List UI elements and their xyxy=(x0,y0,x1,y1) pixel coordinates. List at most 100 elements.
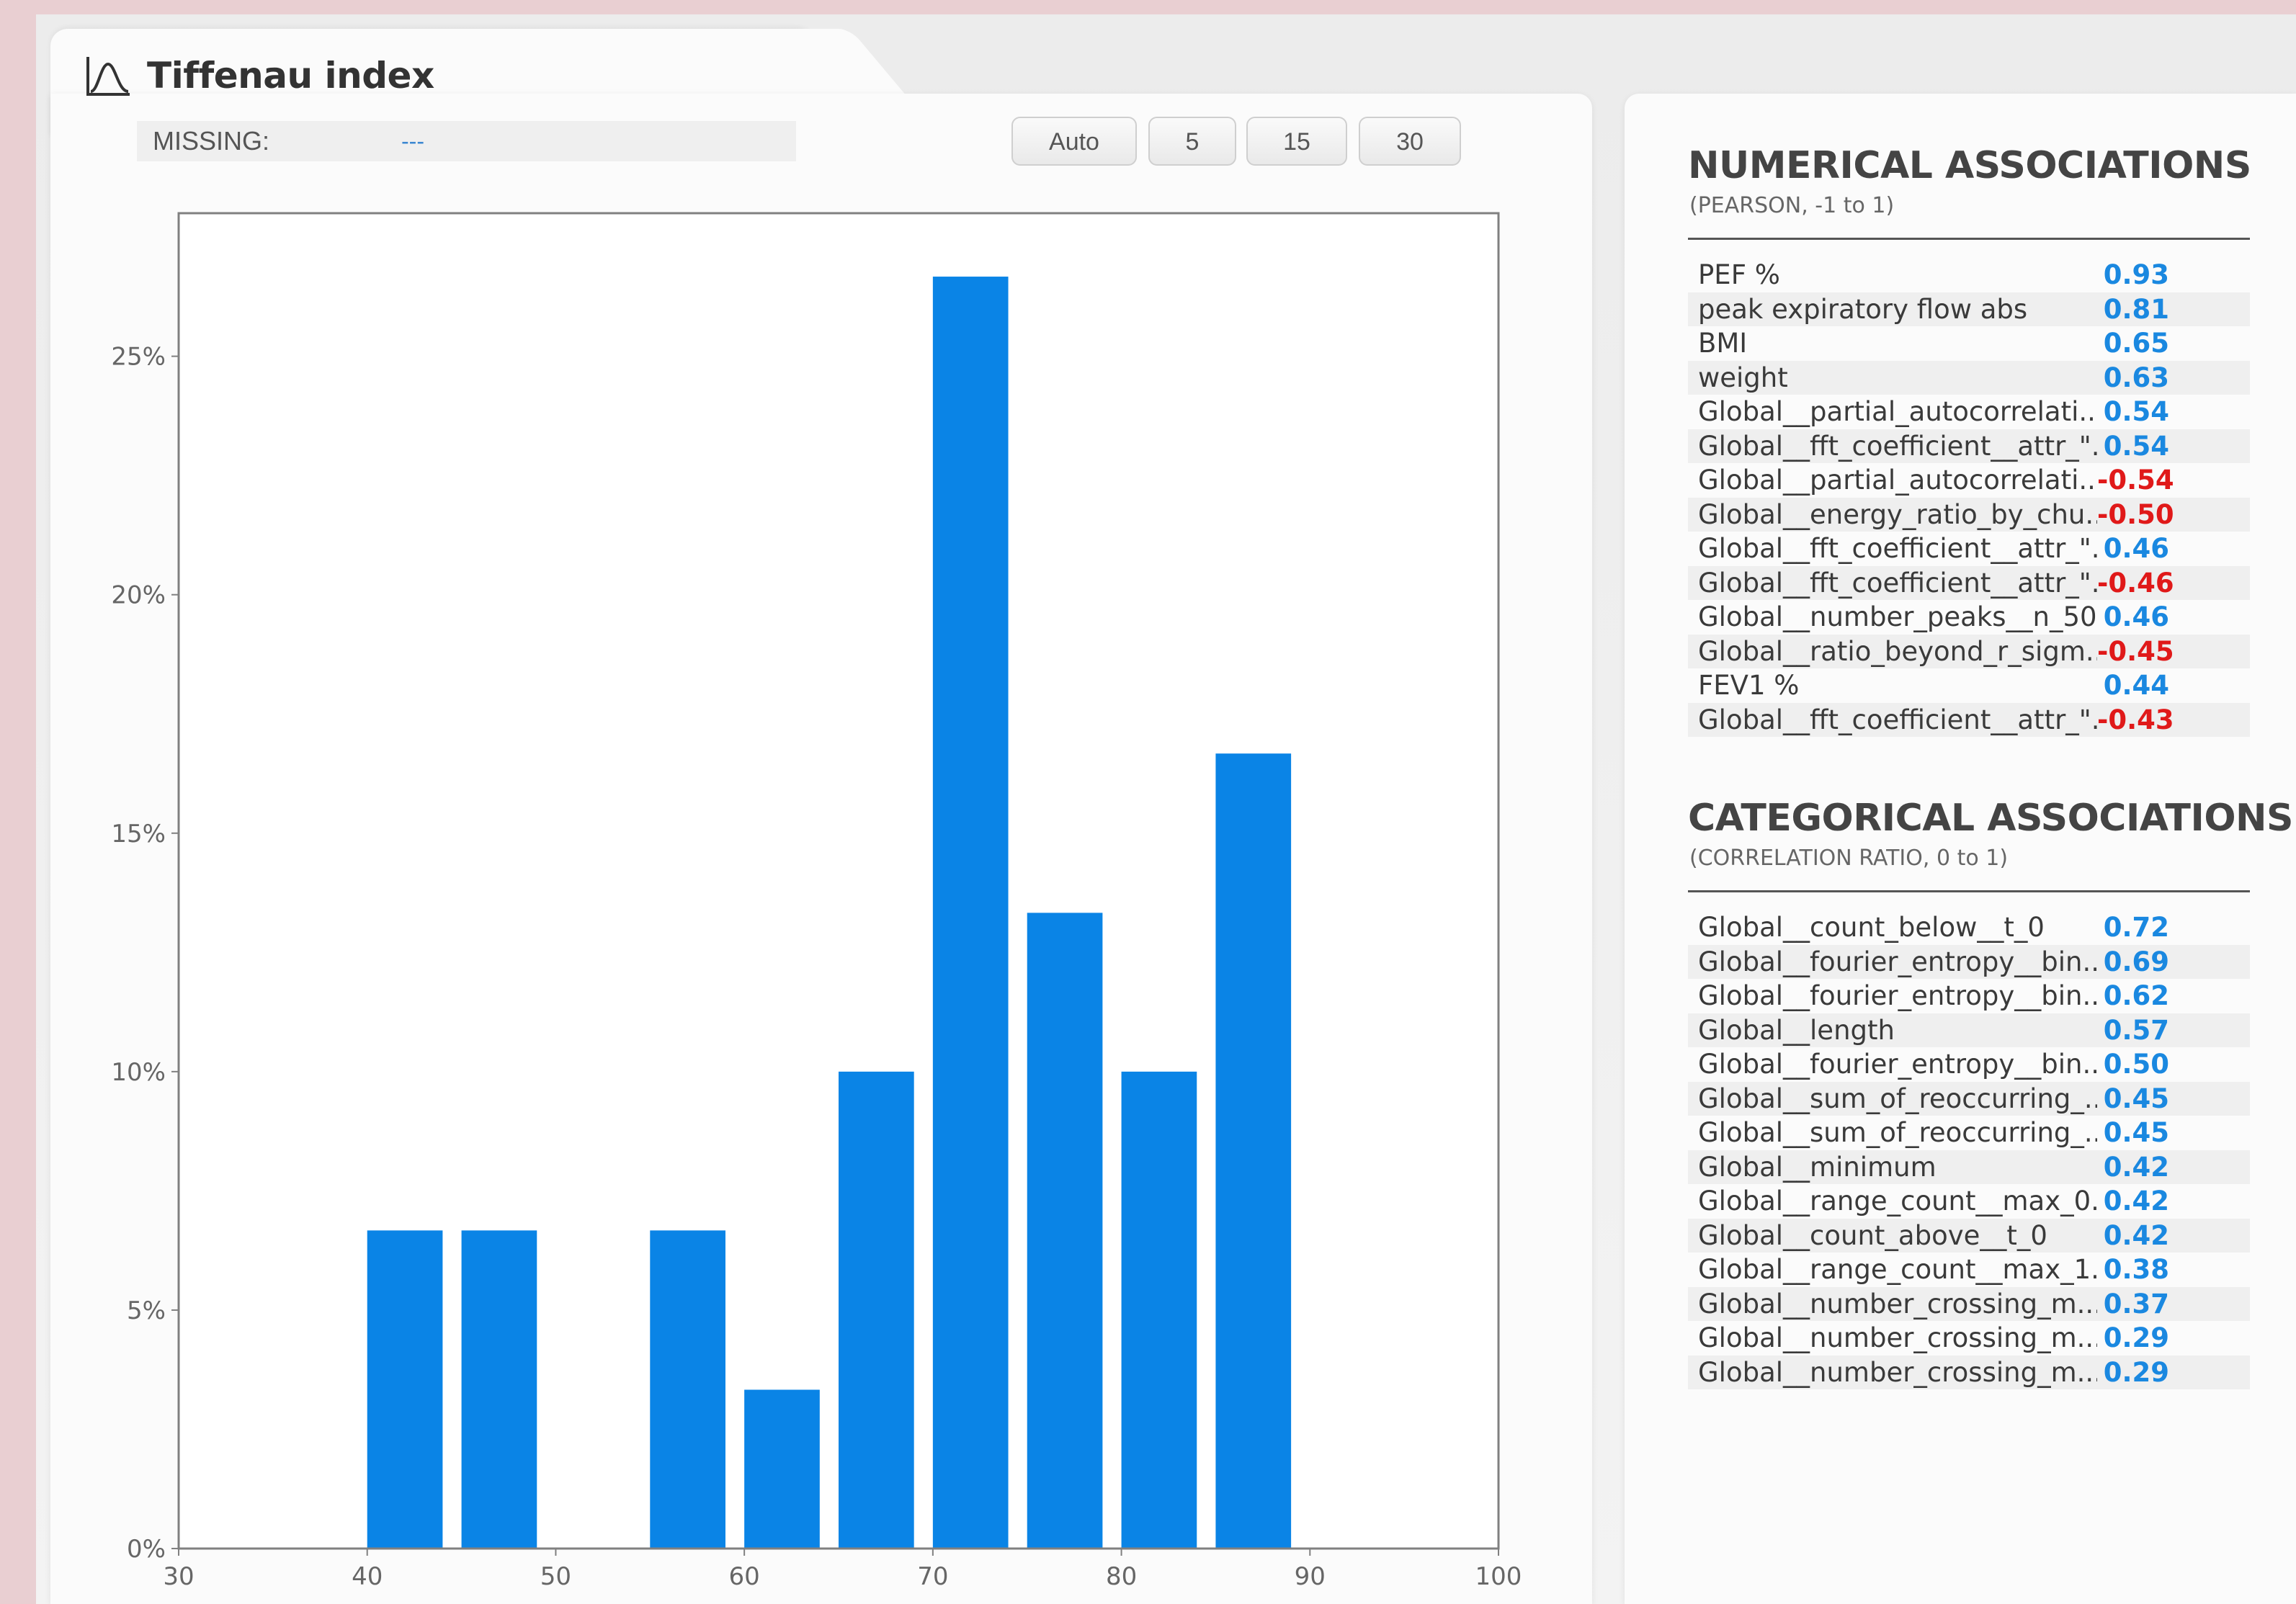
association-value: 0.45 xyxy=(2103,1083,2169,1114)
association-row[interactable]: Global__ratio_beyond_r_sigm... -0.45 xyxy=(1688,634,2250,668)
histogram-bar xyxy=(1215,753,1292,1549)
association-value: 0.69 xyxy=(2103,946,2169,977)
x-tick-label: 40 xyxy=(352,1562,383,1591)
association-value: 0.65 xyxy=(2103,328,2169,359)
association-row[interactable]: Global__count_below__t_0 0.72 xyxy=(1688,910,2250,945)
numerical-subtitle: (PEARSON, -1 to 1) xyxy=(1689,193,1895,218)
association-name: Global__fourier_entropy__bin... xyxy=(1698,980,2097,1012)
association-value: 0.93 xyxy=(2103,259,2169,291)
numerical-divider xyxy=(1688,238,2250,240)
x-tick-label: 60 xyxy=(729,1562,760,1591)
histogram-bar xyxy=(932,277,1009,1549)
association-name: Global__sum_of_reoccurring_... xyxy=(1698,1083,2097,1114)
association-name: Global__energy_ratio_by_chu... xyxy=(1698,498,2097,530)
association-value: -0.50 xyxy=(2097,498,2174,530)
association-value: 0.54 xyxy=(2103,430,2169,462)
y-tick-label: 20% xyxy=(111,581,166,610)
numerical-list: PEF % 0.93 peak expiratory flow abs 0.81 BMI… xyxy=(1688,258,2250,737)
association-value: 0.37 xyxy=(2103,1288,2169,1320)
association-name: Global__number_crossing_m... xyxy=(1698,1288,2097,1320)
y-tick-label: 15% xyxy=(111,820,166,848)
association-row[interactable]: Global__fft_coefficient__attr_"... -0.43 xyxy=(1688,702,2250,737)
association-name: Global__fft_coefficient__attr_"... xyxy=(1698,533,2097,565)
categorical-divider xyxy=(1688,890,2250,892)
association-row[interactable]: BMI 0.65 xyxy=(1688,326,2250,361)
association-name: Global__sum_of_reoccurring_... xyxy=(1698,1117,2097,1149)
y-tick-label: 25% xyxy=(111,343,166,372)
association-name: Global__number_crossing_m... xyxy=(1698,1356,2097,1388)
x-tick-label: 80 xyxy=(1106,1562,1137,1591)
association-row[interactable]: Global__minimum 0.42 xyxy=(1688,1150,2250,1184)
association-row[interactable]: Global__partial_autocorrelati... -0.54 xyxy=(1688,463,2250,498)
association-row[interactable]: Global__fft_coefficient__attr_"... 0.46 xyxy=(1688,532,2250,566)
association-name: Global__ratio_beyond_r_sigm... xyxy=(1698,635,2097,667)
association-row[interactable]: Global__number_peaks__n_50 0.46 xyxy=(1688,600,2250,635)
association-value: 0.44 xyxy=(2103,670,2169,702)
association-row[interactable]: Global__fft_coefficient__attr_"... -0.46 xyxy=(1688,565,2250,600)
categorical-title: CATEGORICAL ASSOCIATIONS xyxy=(1688,797,2294,840)
association-value: 0.57 xyxy=(2103,1014,2169,1046)
x-tick-label: 30 xyxy=(163,1562,194,1591)
association-name: Global__fft_coefficient__attr_"... xyxy=(1698,704,2097,735)
association-name: Global__number_crossing_m... xyxy=(1698,1322,2097,1354)
association-row[interactable]: weight 0.63 xyxy=(1688,360,2250,395)
association-row[interactable]: Global__number_crossing_m... 0.37 xyxy=(1688,1286,2250,1321)
histogram-bar xyxy=(744,1389,820,1549)
association-name: FEV1 % xyxy=(1698,670,1800,702)
association-name: Global__count_below__t_0 xyxy=(1698,912,2045,944)
association-row[interactable]: Global__range_count__max_1... 0.38 xyxy=(1688,1253,2250,1287)
association-row[interactable]: Global__fourier_entropy__bin... 0.50 xyxy=(1688,1047,2250,1082)
association-row[interactable]: Global__fft_coefficient__attr_"... 0.54 xyxy=(1688,429,2250,463)
association-name: Global__partial_autocorrelati... xyxy=(1698,465,2097,496)
x-tick-label: 100 xyxy=(1475,1562,1522,1591)
association-row[interactable]: Global__number_crossing_m... 0.29 xyxy=(1688,1321,2250,1356)
categorical-subtitle: (CORRELATION RATIO, 0 to 1) xyxy=(1689,846,2009,871)
histogram-bar xyxy=(1121,1071,1197,1549)
association-row[interactable]: Global__length 0.57 xyxy=(1688,1013,2250,1047)
association-name: Global__count_above__t_0 xyxy=(1698,1219,2047,1251)
x-tick-label: 50 xyxy=(540,1562,571,1591)
association-row[interactable]: PEF % 0.93 xyxy=(1688,258,2250,292)
association-value: 0.38 xyxy=(2103,1254,2169,1286)
association-name: Global__partial_autocorrelati... xyxy=(1698,396,2097,428)
association-value: 0.29 xyxy=(2103,1356,2169,1388)
association-row[interactable]: FEV1 % 0.44 xyxy=(1688,668,2250,703)
association-value: 0.42 xyxy=(2103,1186,2169,1217)
association-name: peak expiratory flow abs xyxy=(1698,293,2028,325)
association-name: Global__range_count__max_1... xyxy=(1698,1254,2097,1286)
association-name: Global__minimum xyxy=(1698,1151,1937,1183)
association-value: -0.43 xyxy=(2097,704,2174,735)
association-name: BMI xyxy=(1698,328,1748,359)
association-value: 0.81 xyxy=(2103,293,2169,325)
association-row[interactable]: Global__sum_of_reoccurring_... 0.45 xyxy=(1688,1081,2250,1116)
association-row[interactable]: Global__count_above__t_0 0.42 xyxy=(1688,1218,2250,1253)
histogram-bar xyxy=(839,1071,914,1549)
numerical-title: NUMERICAL ASSOCIATIONS xyxy=(1688,144,2251,187)
association-row[interactable]: Global__number_crossing_m... 0.29 xyxy=(1688,1355,2250,1389)
association-row[interactable]: Global__sum_of_reoccurring_... 0.45 xyxy=(1688,1116,2250,1150)
association-row[interactable]: Global__partial_autocorrelati... 0.54 xyxy=(1688,395,2250,429)
association-value: 0.42 xyxy=(2103,1151,2169,1183)
association-value: 0.46 xyxy=(2103,533,2169,565)
association-row[interactable]: Global__fourier_entropy__bin... 0.69 xyxy=(1688,944,2250,979)
association-value: 0.29 xyxy=(2103,1322,2169,1354)
association-name: Global__number_peaks__n_50 xyxy=(1698,601,2097,633)
association-value: -0.45 xyxy=(2097,635,2174,667)
categorical-list: Global__count_below__t_0 0.72 Global__four… xyxy=(1688,910,2250,1389)
y-tick-label: 5% xyxy=(127,1296,166,1325)
y-tick-label: 0% xyxy=(127,1535,166,1564)
association-row[interactable]: Global__fourier_entropy__bin... 0.62 xyxy=(1688,979,2250,1013)
association-name: Global__fft_coefficient__attr_"... xyxy=(1698,430,2097,462)
association-name: Global__length xyxy=(1698,1014,1895,1046)
association-value: 0.54 xyxy=(2103,396,2169,428)
histogram-bar xyxy=(461,1230,537,1549)
association-row[interactable]: Global__energy_ratio_by_chu... -0.50 xyxy=(1688,497,2250,532)
association-value: 0.63 xyxy=(2103,362,2169,393)
association-value: 0.72 xyxy=(2103,912,2169,944)
histogram-bar xyxy=(650,1230,725,1549)
association-value: 0.42 xyxy=(2103,1219,2169,1251)
association-row[interactable]: peak expiratory flow abs 0.81 xyxy=(1688,292,2250,326)
association-row[interactable]: Global__range_count__max_0... 0.42 xyxy=(1688,1184,2250,1219)
association-name: weight xyxy=(1698,362,1788,393)
association-name: Global__fourier_entropy__bin... xyxy=(1698,946,2097,977)
